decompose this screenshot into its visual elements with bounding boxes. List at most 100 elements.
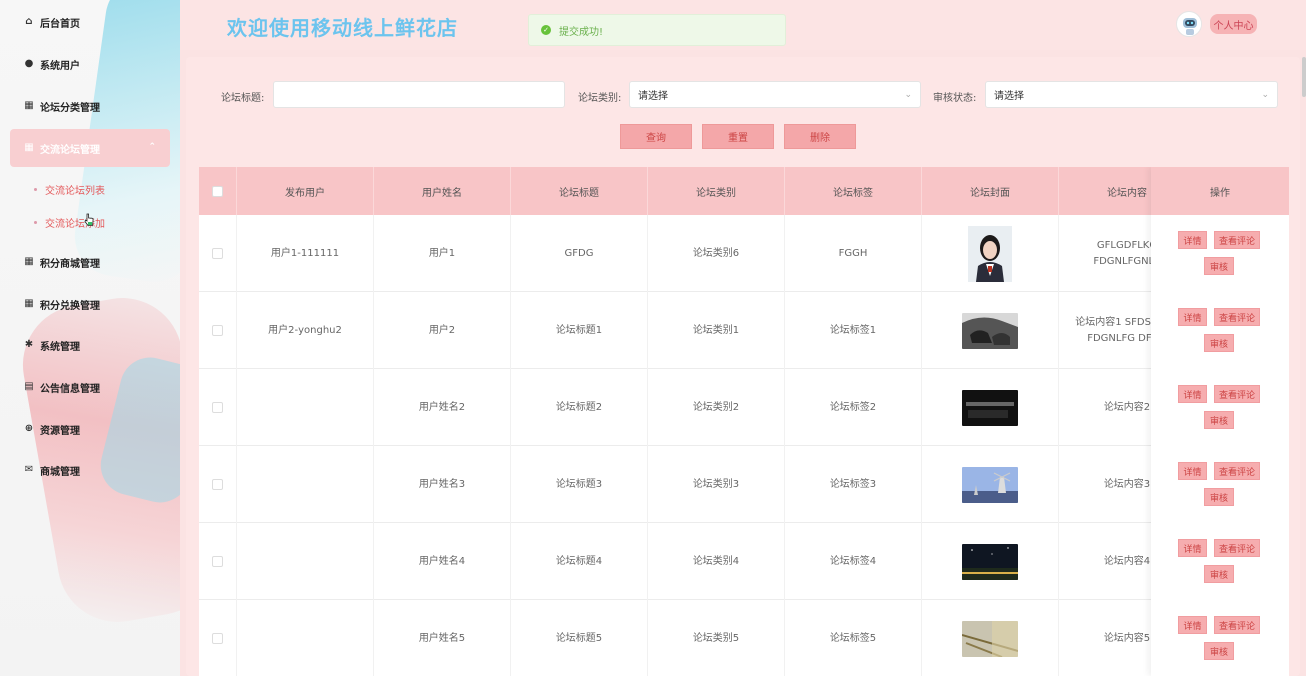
name-cell: 用户2 — [374, 292, 511, 369]
name-cell: 用户姓名3 — [374, 446, 511, 523]
row-checkbox[interactable] — [212, 556, 223, 567]
sidebar-item-forum-category[interactable]: ▦ 论坛分类管理 — [10, 87, 170, 125]
select-placeholder: 请选择 — [638, 91, 668, 102]
review-button[interactable]: 审核 — [1204, 334, 1234, 352]
chevron-down-icon: ⌄ — [1261, 90, 1269, 100]
forum-table: 发布用户 用户姓名 论坛标题 论坛类别 论坛标签 论坛封面 论坛内容 操作 用户… — [199, 167, 1289, 676]
row-select-cell — [199, 600, 237, 676]
header: 欢迎使用移动线上鲜花店 ✓ 提交成功! 个人中心 — [180, 0, 1306, 50]
cover-cell — [922, 600, 1059, 676]
cover-cell — [922, 446, 1059, 523]
sidebar-subitem-label: 交流论坛列表 — [45, 185, 105, 197]
publisher-cell: 用户1-111111 — [237, 215, 374, 292]
name-cell: 用户姓名2 — [374, 369, 511, 446]
sidebar-item-label: 系统用户 — [40, 60, 80, 72]
user-icon: ● — [24, 58, 34, 69]
delete-button[interactable]: 删除 — [784, 124, 856, 149]
plus-circle-icon: ⊕ — [24, 423, 34, 434]
sidebar-item-points-exchange[interactable]: ▦ 积分兑换管理 — [10, 285, 170, 323]
detail-button[interactable]: 详情 — [1178, 539, 1207, 557]
chevron-down-icon: ⌄ — [904, 90, 912, 100]
detail-button[interactable]: 详情 — [1178, 462, 1207, 480]
operations-column: 详情 查看评论 审核 详情 查看评论 审核 详情 查看评论 审核 详情 查看评论… — [1151, 167, 1289, 676]
sidebar-item-points-mall[interactable]: ▦ 积分商城管理 — [10, 243, 170, 281]
grid-icon: ▦ — [24, 298, 34, 309]
review-button[interactable]: 审核 — [1204, 565, 1234, 583]
profile-button[interactable]: 个人中心 — [1210, 14, 1257, 34]
tag-cell: 论坛标签4 — [785, 523, 922, 600]
row-checkbox[interactable] — [212, 402, 223, 413]
publisher-cell — [237, 600, 374, 676]
cover-image — [968, 225, 1012, 282]
view-comments-button[interactable]: 查看评论 — [1214, 231, 1260, 249]
avatar[interactable] — [1176, 11, 1202, 37]
mail-icon: ✉ — [24, 464, 34, 475]
view-comments-button[interactable]: 查看评论 — [1214, 462, 1260, 480]
forum-title-label: 论坛标题: — [221, 93, 265, 104]
sidebar-item-home[interactable]: ⌂ 后台首页 — [10, 3, 170, 41]
forum-category-select[interactable]: 请选择 ⌄ — [629, 81, 921, 108]
tag-cell: 论坛标签2 — [785, 369, 922, 446]
title-cell: 论坛标题5 — [511, 600, 648, 676]
sidebar-item-system-users[interactable]: ● 系统用户 — [10, 45, 170, 83]
sidebar-subitem-forum-list[interactable]: 交流论坛列表 — [34, 179, 105, 199]
category-cell: 论坛类别5 — [648, 600, 785, 676]
detail-button[interactable]: 详情 — [1178, 616, 1207, 634]
category-cell: 论坛类别4 — [648, 523, 785, 600]
row-checkbox[interactable] — [212, 479, 223, 490]
column-header: 论坛标签 — [785, 167, 922, 215]
tag-cell: 论坛标签1 — [785, 292, 922, 369]
review-button[interactable]: 审核 — [1204, 642, 1234, 660]
view-comments-button[interactable]: 查看评论 — [1214, 385, 1260, 403]
row-checkbox[interactable] — [212, 325, 223, 336]
select-all-cell — [199, 167, 237, 215]
sidebar-subitem-forum-add[interactable]: 交流论坛添加 — [34, 212, 105, 232]
row-checkbox[interactable] — [212, 633, 223, 644]
name-cell: 用户姓名4 — [374, 523, 511, 600]
detail-button[interactable]: 详情 — [1178, 231, 1207, 249]
review-button[interactable]: 审核 — [1204, 411, 1234, 429]
view-comments-button[interactable]: 查看评论 — [1214, 616, 1260, 634]
detail-button[interactable]: 详情 — [1178, 308, 1207, 326]
bullet-icon — [34, 187, 37, 191]
tag-cell: 论坛标签5 — [785, 600, 922, 676]
sidebar-item-mall-management[interactable]: ✉ 商城管理 — [10, 451, 170, 489]
sidebar-item-forum-management[interactable]: ▦ 交流论坛管理 ⌃ — [10, 129, 170, 167]
publisher-cell — [237, 369, 374, 446]
toast-message: 提交成功! — [559, 26, 604, 38]
row-checkbox[interactable] — [212, 248, 223, 259]
table-row: 用户姓名3 论坛标题3 论坛类别3 论坛标签3 论坛内容3 — [199, 446, 1289, 523]
title-cell: 论坛标题2 — [511, 369, 648, 446]
review-button[interactable]: 审核 — [1204, 488, 1234, 506]
sidebar-item-label: 积分商城管理 — [40, 258, 100, 270]
sidebar-item-label: 资源管理 — [40, 425, 80, 437]
sidebar-item-announcements[interactable]: ▤ 公告信息管理 — [10, 368, 170, 406]
forum-title-input[interactable] — [273, 81, 565, 108]
cover-image — [962, 389, 1018, 426]
review-status-select[interactable]: 请选择 ⌄ — [985, 81, 1278, 108]
success-toast: ✓ 提交成功! — [528, 14, 786, 46]
sidebar-item-label: 论坛分类管理 — [40, 102, 100, 114]
reset-button[interactable]: 重置 — [702, 124, 774, 149]
tag-cell: 论坛标签3 — [785, 446, 922, 523]
chevron-up-icon: ⌃ — [148, 142, 156, 152]
view-comments-button[interactable]: 查看评论 — [1214, 308, 1260, 326]
sidebar: ⌂ 后台首页 ● 系统用户 ▦ 论坛分类管理 ▦ 交流论坛管理 ⌃ 交流论坛列表… — [0, 0, 180, 676]
sidebar-subitem-label: 交流论坛添加 — [45, 218, 105, 230]
query-button[interactable]: 查询 — [620, 124, 692, 149]
home-icon: ⌂ — [25, 16, 33, 27]
sidebar-item-resources[interactable]: ⊕ 资源管理 — [10, 410, 170, 448]
row-select-cell — [199, 215, 237, 292]
page-scrollbar[interactable] — [1302, 57, 1306, 97]
view-comments-button[interactable]: 查看评论 — [1214, 539, 1260, 557]
review-button[interactable]: 审核 — [1204, 257, 1234, 275]
sidebar-item-label: 后台首页 — [40, 18, 80, 30]
cover-cell — [922, 523, 1059, 600]
select-all-checkbox[interactable] — [212, 185, 223, 197]
detail-button[interactable]: 详情 — [1178, 385, 1207, 403]
sidebar-item-system-management[interactable]: ✱ 系统管理 — [10, 326, 170, 364]
publisher-cell — [237, 446, 374, 523]
hand-cursor-icon — [84, 213, 94, 226]
category-cell: 论坛类别6 — [648, 215, 785, 292]
select-placeholder: 请选择 — [994, 91, 1024, 102]
